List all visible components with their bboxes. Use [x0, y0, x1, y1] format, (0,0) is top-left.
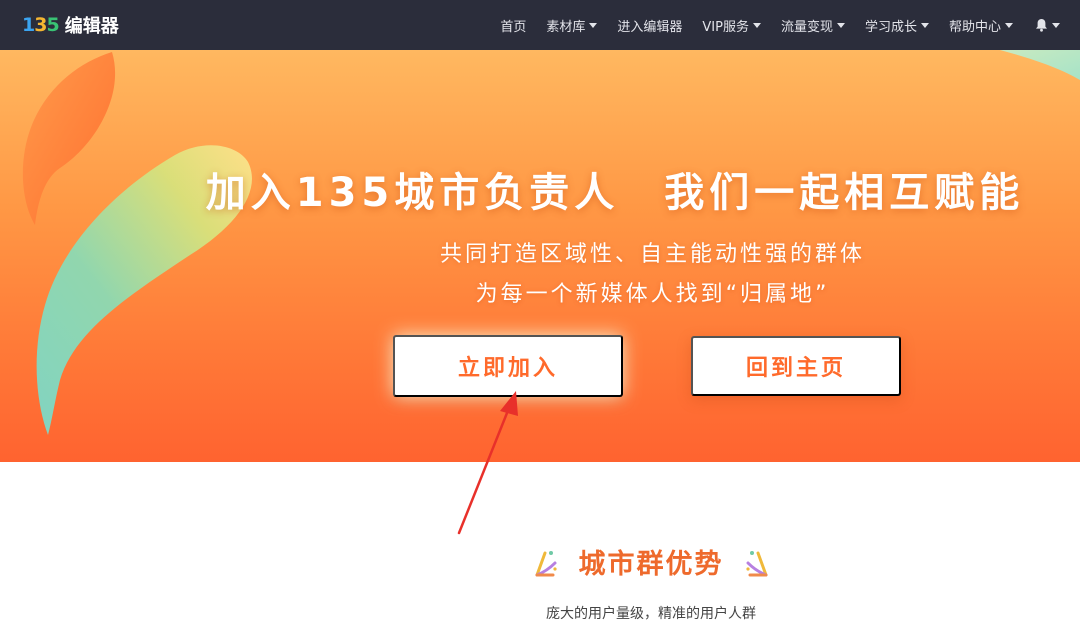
section-title: 城市群优势 — [578, 549, 724, 580]
confetti-icon — [535, 550, 557, 576]
nav-learning-label: 学习成长 — [864, 19, 917, 35]
chevron-down-icon — [1052, 23, 1060, 28]
join-now-button[interactable]: 立即加入 — [393, 335, 623, 397]
bell-icon — [1036, 19, 1047, 32]
logo-mark-135: 135 — [22, 13, 60, 36]
nav-help-label: 帮助中心 — [948, 19, 1001, 35]
hero-title: 加入135城市负责人 我们一起相互赋能 — [205, 170, 1025, 216]
section-description: 庞大的用户量级，精准的用户人群 — [546, 606, 756, 622]
nav-editor[interactable]: 进入编辑器 — [617, 16, 682, 35]
nav-vip-label: VIP服务 — [702, 19, 749, 35]
nav-vip[interactable]: VIP服务 — [702, 16, 761, 35]
nav-materials[interactable]: 素材库 — [546, 16, 598, 35]
chevron-down-icon — [752, 23, 761, 28]
notification-bell[interactable] — [1035, 18, 1060, 32]
nav-editor-label: 进入编辑器 — [617, 19, 683, 35]
top-navbar: 135 编辑器 首页 素材库 进入编辑器 VIP服务 流量变现 学习成长 帮助中… — [0, 0, 1080, 50]
hero-banner: 加入135城市负责人 我们一起相互赋能 共同打造区域性、自主能动性强的群体 为每… — [0, 50, 1080, 462]
chevron-down-icon — [920, 23, 929, 28]
nav-learning[interactable]: 学习成长 — [865, 16, 929, 35]
brand-name: 编辑器 — [64, 16, 119, 37]
hero-subtitle-1: 共同打造区域性、自主能动性强的群体 — [439, 242, 865, 267]
nav-materials-label: 素材库 — [546, 19, 586, 35]
back-home-button[interactable]: 回到主页 — [691, 336, 901, 396]
corner-leaf-shape — [1000, 50, 1080, 80]
nav-help[interactable]: 帮助中心 — [949, 16, 1013, 35]
brand-logo[interactable]: 135 编辑器 — [22, 12, 119, 38]
chevron-down-icon — [589, 23, 598, 28]
confetti-icon — [745, 550, 767, 576]
nav-home-label: 首页 — [500, 19, 527, 35]
chevron-down-icon — [836, 23, 845, 28]
nav-home[interactable]: 首页 — [500, 16, 526, 35]
nav-monetize[interactable]: 流量变现 — [781, 16, 845, 35]
nav-monetize-label: 流量变现 — [780, 19, 833, 35]
main-nav: 首页 素材库 进入编辑器 VIP服务 流量变现 学习成长 帮助中心 — [480, 0, 1060, 50]
section-heading: 城市群优势 — [0, 542, 1080, 581]
hero-subtitle-2: 为每一个新媒体人找到“归属地” — [475, 282, 830, 307]
chevron-down-icon — [1005, 23, 1013, 28]
